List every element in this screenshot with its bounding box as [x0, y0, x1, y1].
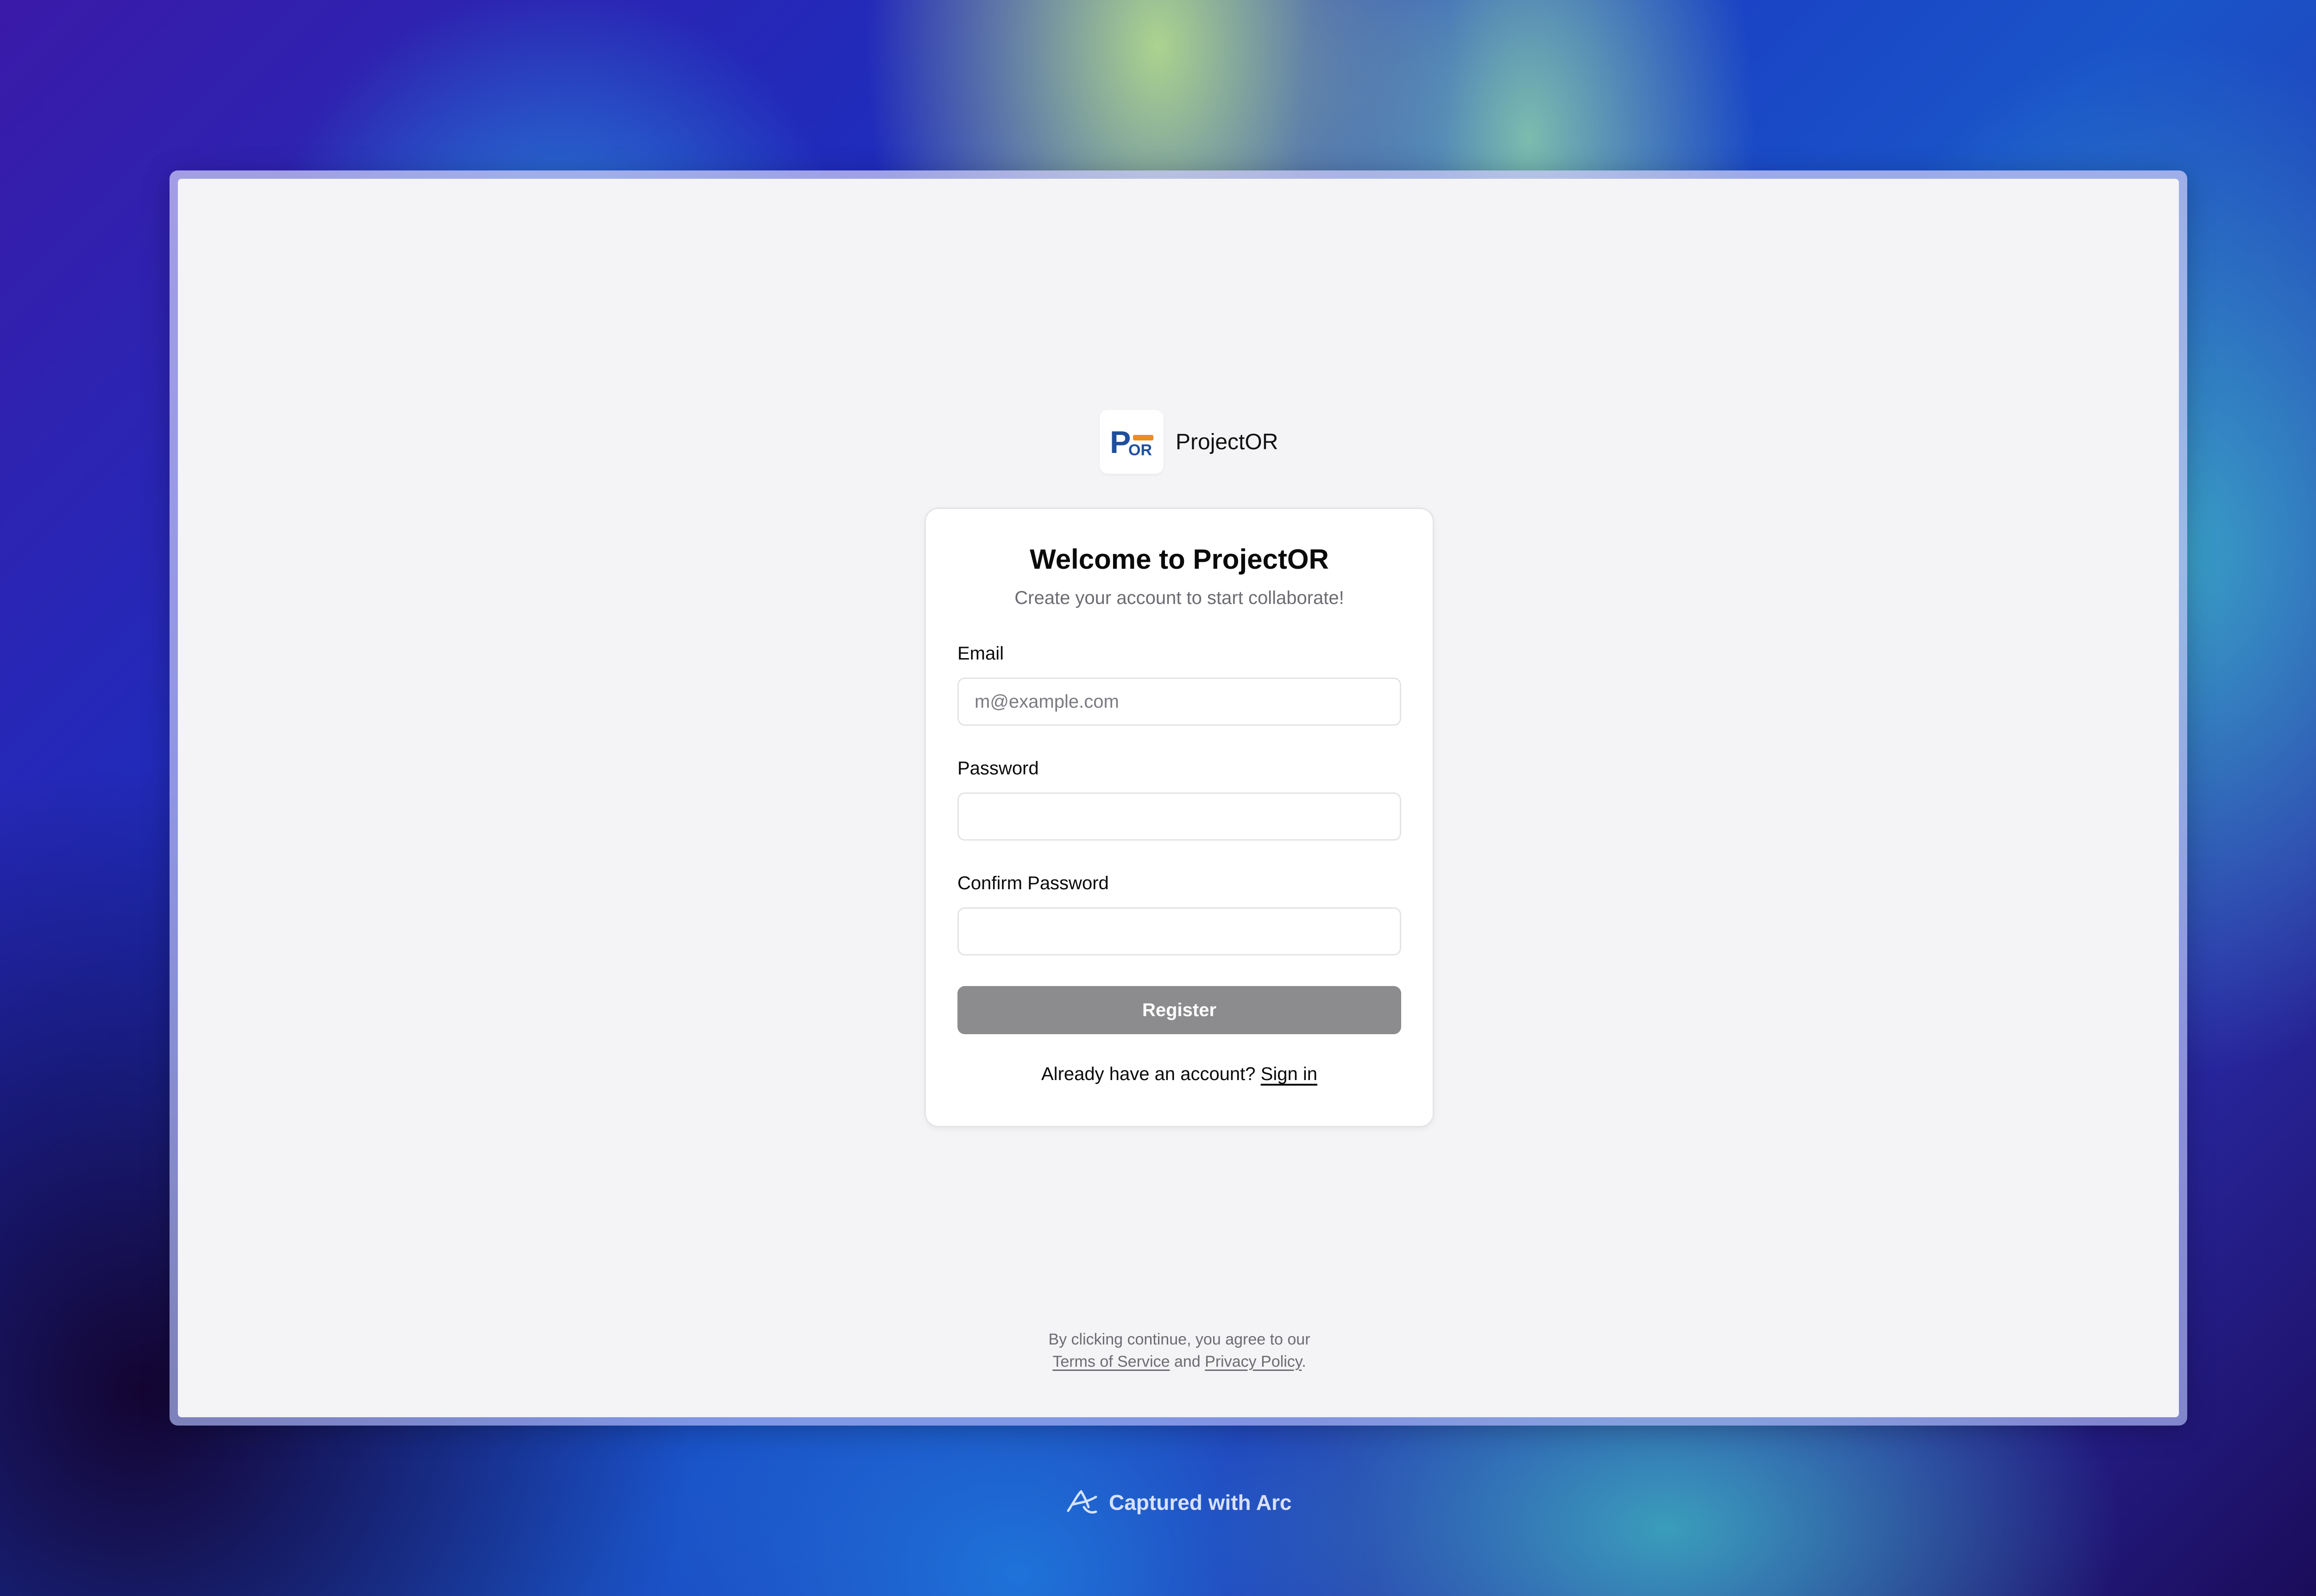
terms-of-service-link[interactable]: Terms of Service — [1052, 1353, 1170, 1370]
register-card: Welcome to ProjectOR Create your account… — [925, 508, 1434, 1127]
card-title: Welcome to ProjectOR — [1030, 544, 1329, 575]
email-label: Email — [957, 643, 1004, 664]
arc-icon — [1067, 1490, 1097, 1514]
signin-row: Already have an account? Sign in — [926, 1064, 1433, 1085]
arc-caption: Captured with Arc — [1065, 1489, 1291, 1516]
brand-header: P OR ProjectOR — [1100, 409, 1278, 474]
privacy-policy-link[interactable]: Privacy Policy — [1205, 1353, 1302, 1370]
projector-logo: P OR — [1100, 410, 1164, 474]
email-input[interactable] — [957, 678, 1401, 726]
brand-name: ProjectOR — [1176, 429, 1278, 454]
logo-letters-or: OR — [1128, 441, 1152, 459]
register-button[interactable]: Register — [957, 986, 1401, 1034]
logo-letter-p: P — [1110, 425, 1131, 460]
legal-prefix: By clicking continue, you agree to our — [1048, 1331, 1310, 1348]
caption-text: Captured with Arc — [1109, 1490, 1292, 1514]
signin-prompt: Already have an account? — [1041, 1064, 1256, 1084]
browser-window-frame: P OR ProjectOR Welcome to ProjectOR Crea… — [170, 170, 2187, 1426]
browser-window-content: P OR ProjectOR Welcome to ProjectOR Crea… — [178, 179, 2179, 1417]
confirm-password-label: Confirm Password — [957, 873, 1109, 893]
password-label: Password — [957, 758, 1039, 779]
legal-suffix: . — [1302, 1353, 1306, 1370]
logo-orange-bar — [1133, 435, 1153, 440]
confirm-password-input[interactable] — [957, 907, 1401, 955]
legal-and: and — [1174, 1353, 1201, 1370]
signin-link[interactable]: Sign in — [1261, 1064, 1317, 1084]
password-input[interactable] — [957, 792, 1401, 841]
legal-notice: By clicking continue, you agree to our T… — [925, 1328, 1434, 1373]
card-subtitle: Create your account to start collaborate… — [1014, 588, 1344, 608]
